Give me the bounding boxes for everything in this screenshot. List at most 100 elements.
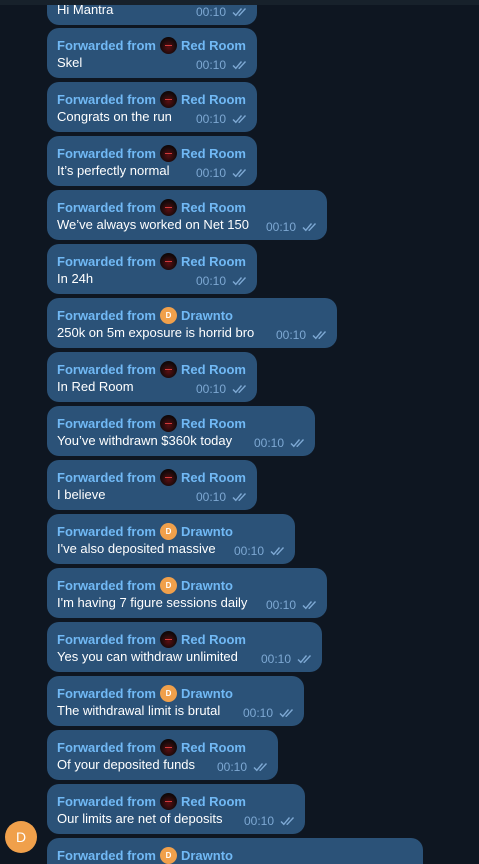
forward-source[interactable]: Drawnto	[181, 524, 233, 539]
message-bubble[interactable]: Forwarded from Red Room Our limits are n…	[47, 784, 305, 834]
red-room-avatar-icon	[159, 199, 177, 216]
chat-window: Hi Mantra 00:10 Forwarded from Red Room …	[0, 0, 479, 864]
message-meta: 00:10	[196, 166, 249, 180]
message-text: Yes you can withdraw unlimited	[57, 649, 238, 664]
message-meta: 00:10	[234, 544, 287, 558]
forwarded-header[interactable]: Forwarded from Red Room	[57, 253, 246, 270]
message-bubble[interactable]: Forwarded from D Drawnto I've also depos…	[47, 514, 295, 564]
message-bubble[interactable]: Forwarded from D Drawnto I'm having 7 fi…	[47, 568, 327, 618]
forwarded-label: Forwarded from	[57, 362, 156, 377]
forwarded-label: Forwarded from	[57, 686, 156, 701]
read-ticks-icon	[232, 60, 249, 70]
forwarded-header[interactable]: Forwarded from D Drawnto	[57, 523, 233, 540]
message-time: 00:10	[253, 436, 284, 450]
forward-source[interactable]: Red Room	[181, 632, 246, 647]
forward-source[interactable]: Red Room	[181, 92, 246, 107]
forward-source[interactable]: Red Room	[181, 794, 246, 809]
message-bubble[interactable]: Forwarded from Red Room In 24h 00:10	[47, 244, 257, 294]
forwarded-header[interactable]: Forwarded from D Drawnto	[57, 685, 233, 702]
message-time: 00:10	[216, 760, 247, 774]
message-time: 00:10	[195, 382, 226, 396]
read-ticks-icon	[232, 276, 249, 286]
message-meta: 00:10	[196, 5, 249, 19]
message-text: I believe	[57, 487, 106, 502]
message-bubble[interactable]: Forwarded from Red Room Congrats on the …	[47, 82, 257, 132]
message-text: I'm having 7 figure sessions daily	[57, 595, 248, 610]
message-bubble[interactable]: Forwarded from Red Room Of your deposite…	[47, 730, 278, 780]
forwarded-header[interactable]: Forwarded from Red Room	[57, 37, 246, 54]
message-bubble[interactable]: Forwarded from Red Room I believe 00:10	[47, 460, 257, 510]
message-bubble[interactable]: Forwarded from Red Room In Red Room 00:1…	[47, 352, 257, 402]
read-ticks-icon	[290, 438, 307, 448]
message-bubble[interactable]: Forwarded from D Drawnto	[47, 838, 423, 864]
forwarded-header[interactable]: Forwarded from Red Room	[57, 361, 246, 378]
message-time: 00:10	[195, 274, 226, 288]
forward-source[interactable]: Red Room	[181, 470, 246, 485]
message-time: 00:10	[260, 652, 291, 666]
message-text: You’ve withdrawn $360k today	[57, 433, 233, 448]
red-room-avatar-icon	[159, 793, 177, 810]
message-time: 00:10	[195, 58, 226, 72]
read-ticks-icon	[302, 222, 319, 232]
forward-source[interactable]: Red Room	[181, 146, 246, 161]
read-ticks-icon	[297, 654, 314, 664]
message-bubble[interactable]: Forwarded from D Drawnto 250k on 5m expo…	[47, 298, 337, 348]
forward-source[interactable]: Drawnto	[181, 686, 233, 701]
message-time: 00:10	[265, 598, 296, 612]
forward-source[interactable]: Red Room	[181, 254, 246, 269]
forwarded-header[interactable]: Forwarded from Red Room	[57, 145, 246, 162]
message-meta: 00:10	[196, 274, 249, 288]
message-time: 00:10	[275, 328, 306, 342]
forward-source[interactable]: Red Room	[181, 740, 246, 755]
read-ticks-icon	[232, 384, 249, 394]
message-time: 00:10	[243, 814, 274, 828]
message-meta: 00:10	[261, 652, 314, 666]
forwarded-header[interactable]: Forwarded from D Drawnto	[57, 847, 233, 864]
forward-source[interactable]: Drawnto	[181, 848, 233, 863]
forwarded-label: Forwarded from	[57, 308, 156, 323]
message-meta: 00:10	[276, 328, 329, 342]
message-bubble[interactable]: Forwarded from Red Room We’ve always wor…	[47, 190, 327, 240]
drawnto-avatar-icon: D	[159, 685, 177, 702]
forwarded-header[interactable]: Forwarded from Red Room	[57, 793, 246, 810]
message-time: 00:10	[265, 220, 296, 234]
sender-avatar[interactable]: D	[5, 821, 37, 853]
forwarded-label: Forwarded from	[57, 254, 156, 269]
forwarded-header[interactable]: Forwarded from D Drawnto	[57, 577, 233, 594]
drawnto-avatar-icon: D	[159, 847, 177, 864]
message-time: 00:10	[242, 706, 273, 720]
forward-source[interactable]: Red Room	[181, 416, 246, 431]
message-bubble[interactable]: Forwarded from Red Room Yes you can with…	[47, 622, 322, 672]
forwarded-header[interactable]: Forwarded from Red Room	[57, 415, 246, 432]
drawnto-avatar-icon: D	[159, 307, 177, 324]
forwarded-header[interactable]: Forwarded from Red Room	[57, 91, 246, 108]
drawnto-avatar-icon: D	[159, 577, 177, 594]
message-bubble[interactable]: Forwarded from Red Room It’s perfectly n…	[47, 136, 257, 186]
message-meta: 00:10	[196, 58, 249, 72]
forwarded-label: Forwarded from	[57, 146, 156, 161]
forwarded-header[interactable]: Forwarded from D Drawnto	[57, 307, 233, 324]
message-time: 00:10	[195, 112, 226, 126]
forward-source[interactable]: Red Room	[181, 38, 246, 53]
forwarded-label: Forwarded from	[57, 38, 156, 53]
forwarded-header[interactable]: Forwarded from Red Room	[57, 631, 246, 648]
message-bubble[interactable]: Forwarded from D Drawnto The withdrawal …	[47, 676, 304, 726]
message-time: 00:10	[195, 490, 226, 504]
message-text: It’s perfectly normal	[57, 163, 170, 178]
forwarded-header[interactable]: Forwarded from Red Room	[57, 199, 246, 216]
forward-source[interactable]: Drawnto	[181, 308, 233, 323]
message-bubble[interactable]: Forwarded from Red Room You’ve withdrawn…	[47, 406, 315, 456]
message-meta: 00:10	[196, 382, 249, 396]
forward-source[interactable]: Drawnto	[181, 578, 233, 593]
red-room-avatar-icon	[159, 145, 177, 162]
message-text: 250k on 5m exposure is horrid bro	[57, 325, 255, 340]
forward-source[interactable]: Red Room	[181, 362, 246, 377]
message-bubble[interactable]: Forwarded from Red Room Skel 00:10	[47, 28, 257, 78]
red-room-avatar-icon	[159, 631, 177, 648]
forwarded-header[interactable]: Forwarded from Red Room	[57, 469, 246, 486]
forwarded-label: Forwarded from	[57, 200, 156, 215]
forwarded-header[interactable]: Forwarded from Red Room	[57, 739, 246, 756]
forward-source[interactable]: Red Room	[181, 200, 246, 215]
red-room-avatar-icon	[159, 469, 177, 486]
red-room-avatar-icon	[159, 91, 177, 108]
